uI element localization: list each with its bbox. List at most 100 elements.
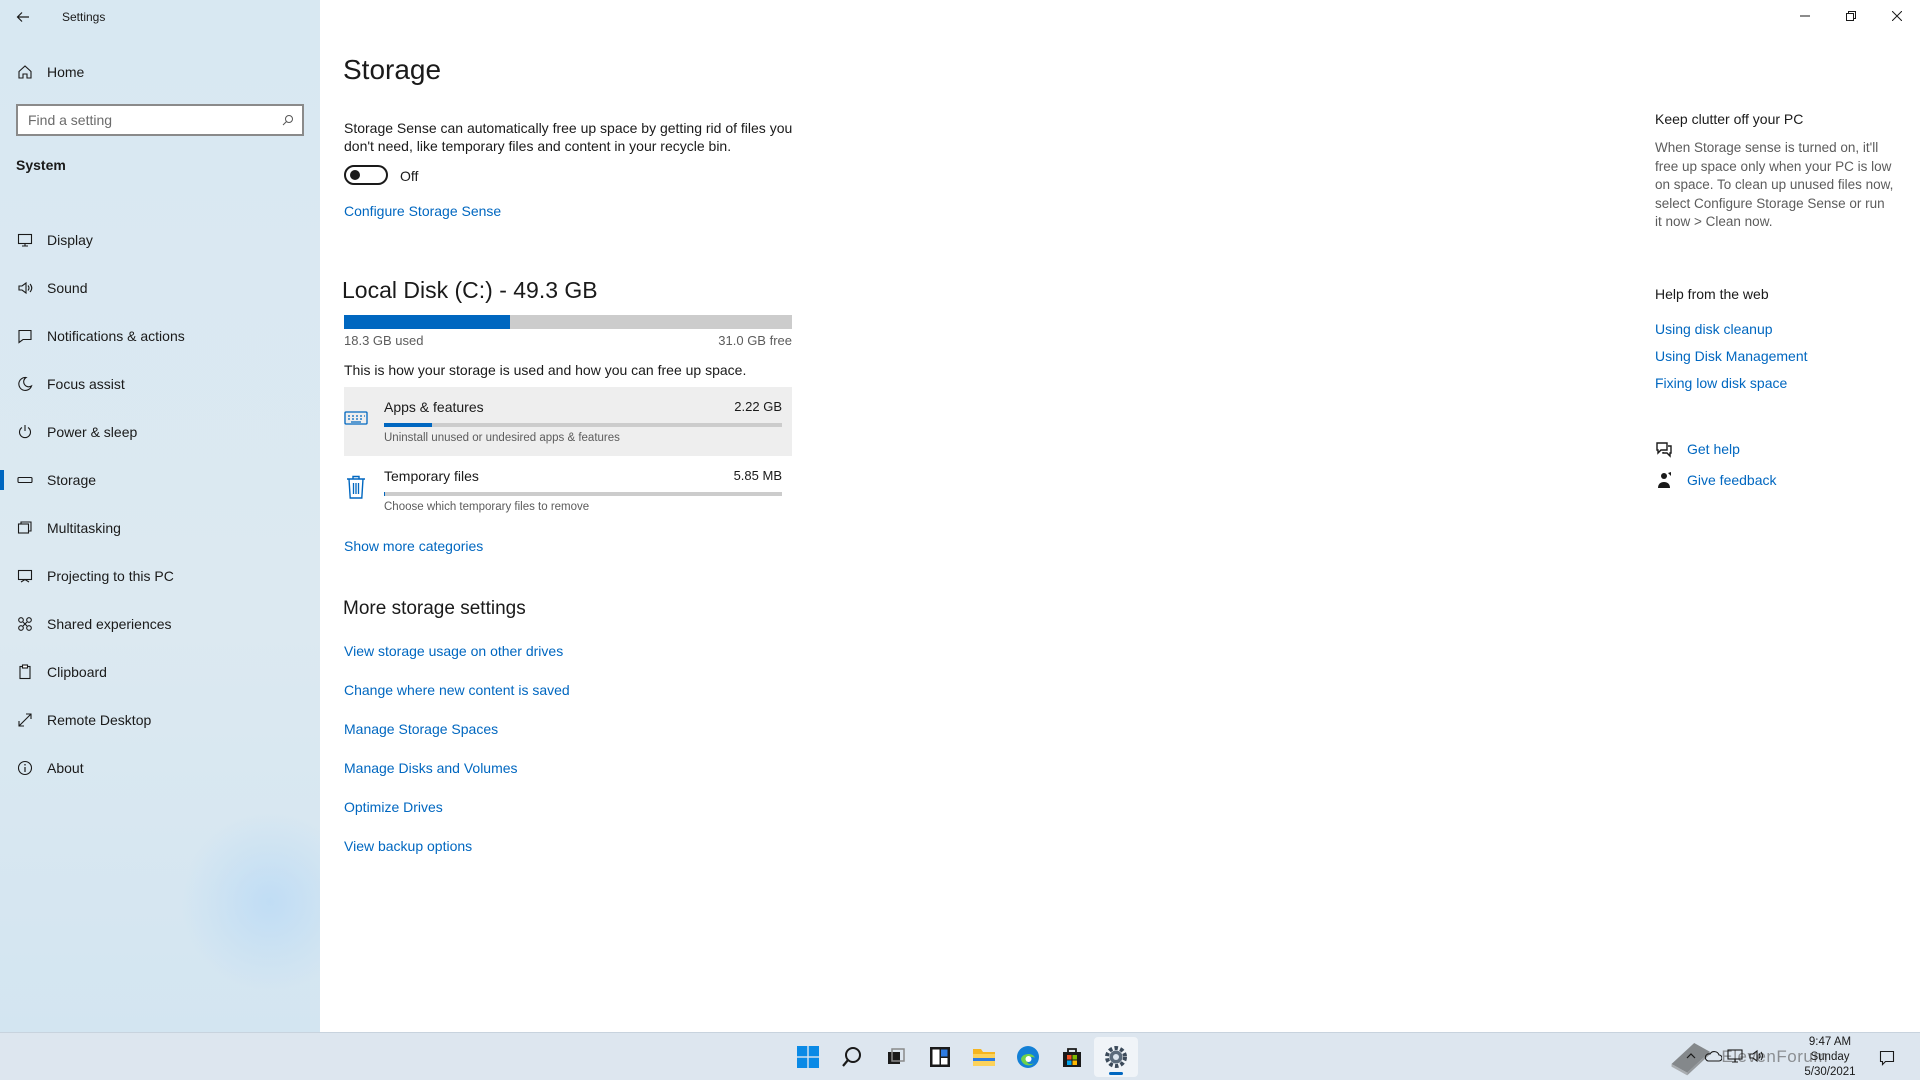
- change-new-content-location-link[interactable]: Change where new content is saved: [344, 682, 570, 721]
- sidebar: Settings Home System Display Sound Notif…: [0, 0, 320, 1032]
- sidebar-item-sound[interactable]: Sound: [0, 264, 320, 312]
- windows-start-icon[interactable]: [786, 1037, 830, 1077]
- edge-icon[interactable]: [1006, 1037, 1050, 1077]
- title-bar: Settings: [0, 0, 105, 34]
- network-icon[interactable]: [1724, 1045, 1746, 1067]
- volume-icon[interactable]: [1746, 1045, 1768, 1067]
- search-icon[interactable]: [274, 106, 302, 134]
- remote-icon: [16, 711, 34, 729]
- settings-icon[interactable]: [1094, 1037, 1138, 1077]
- sidebar-item-label: Projecting to this PC: [47, 568, 174, 584]
- clock-time: 9:47 AM: [1808, 1036, 1852, 1048]
- multitasking-icon: [16, 519, 34, 537]
- feedback-icon: [1658, 472, 1671, 488]
- get-help-link[interactable]: Get help: [1687, 441, 1740, 457]
- taskbar: ElevenForum 9:47 AM Sunday 5/30/2021: [0, 1032, 1920, 1080]
- sidebar-item-label: Home: [47, 64, 85, 80]
- keyboard-icon: [344, 405, 368, 431]
- manage-storage-spaces-link[interactable]: Manage Storage Spaces: [344, 721, 570, 760]
- sidebar-item-shared-experiences[interactable]: Shared experiences: [0, 600, 320, 648]
- sidebar-item-label: Sound: [47, 280, 88, 296]
- category-description: Choose which temporary files to remove: [384, 501, 590, 513]
- sidebar-item-label: Remote Desktop: [47, 712, 152, 728]
- app-title: Settings: [62, 10, 106, 24]
- speaker-icon: [16, 279, 34, 297]
- sidebar-item-clipboard[interactable]: Clipboard: [0, 648, 320, 696]
- give-feedback-link[interactable]: Give feedback: [1687, 472, 1777, 488]
- power-icon: [16, 423, 34, 441]
- trash-icon: [344, 474, 368, 500]
- sidebar-item-notifications[interactable]: Notifications & actions: [0, 312, 320, 360]
- onedrive-icon[interactable]: [1702, 1045, 1724, 1067]
- using-disk-cleanup-link[interactable]: Using disk cleanup: [1655, 321, 1808, 348]
- monitor-icon: [16, 231, 34, 249]
- drive-icon: [16, 471, 34, 489]
- minimize-button[interactable]: [1782, 0, 1828, 32]
- disk-used-text: 18.3 GB used: [344, 333, 424, 348]
- page-title: Storage: [343, 54, 442, 85]
- sidebar-item-power-sleep[interactable]: Power & sleep: [0, 408, 320, 456]
- disk-usage-bar-fill: [344, 315, 511, 329]
- category-usage-bar-fill: [384, 492, 385, 496]
- sidebar-item-storage[interactable]: Storage: [0, 456, 320, 504]
- view-backup-options-link[interactable]: View backup options: [344, 838, 570, 877]
- clock-date: 5/30/2021: [1804, 1066, 1856, 1078]
- optimize-drives-link[interactable]: Optimize Drives: [344, 799, 570, 838]
- configure-storage-sense-link[interactable]: Configure Storage Sense: [344, 203, 501, 219]
- category-apps-features[interactable]: Apps & features 2.22 GB Uninstall unused…: [344, 387, 792, 456]
- get-help-row[interactable]: Get help: [1655, 440, 1740, 458]
- widgets-icon[interactable]: [918, 1037, 962, 1077]
- fixing-low-disk-space-link[interactable]: Fixing low disk space: [1655, 375, 1808, 402]
- main-content: Storage Storage Sense can automatically …: [320, 0, 1920, 1032]
- storage-sense-toggle[interactable]: [344, 165, 388, 185]
- projector-icon: [16, 567, 34, 585]
- toggle-knob: [350, 170, 360, 180]
- shared-icon: [16, 615, 34, 633]
- keep-clutter-title: Keep clutter off your PC: [1655, 111, 1804, 127]
- restore-button[interactable]: [1828, 0, 1874, 32]
- store-icon[interactable]: [1050, 1037, 1094, 1077]
- notification-icon: [16, 327, 34, 345]
- notification-center-icon[interactable]: [1876, 1047, 1898, 1069]
- task-view-icon[interactable]: [874, 1037, 918, 1077]
- sidebar-item-label: Storage: [47, 472, 97, 488]
- file-explorer-icon[interactable]: [962, 1037, 1006, 1077]
- category-size: 2.22 GB: [734, 399, 782, 414]
- search-input[interactable]: [18, 106, 274, 134]
- disk-free-text: 31.0 GB free: [718, 333, 792, 348]
- help-web-links: Using disk cleanup Using Disk Management…: [1655, 321, 1808, 402]
- category-temporary-files[interactable]: Temporary files 5.85 MB Choose which tem…: [344, 456, 792, 525]
- sidebar-item-multitasking[interactable]: Multitasking: [0, 504, 320, 552]
- sidebar-item-projecting[interactable]: Projecting to this PC: [0, 552, 320, 600]
- search-box: [16, 104, 304, 136]
- search-icon[interactable]: [830, 1037, 874, 1077]
- sidebar-nav: Display Sound Notifications & actions Fo…: [0, 216, 320, 792]
- more-storage-links: View storage usage on other drives Chang…: [344, 643, 570, 877]
- sidebar-item-home[interactable]: Home: [0, 58, 320, 86]
- get-help-icon: [1656, 442, 1672, 458]
- disk-usage-bar: [344, 315, 792, 329]
- taskbar-apps: [786, 1037, 1138, 1077]
- back-button[interactable]: [0, 0, 46, 34]
- sidebar-item-label: Power & sleep: [47, 424, 138, 440]
- sidebar-item-display[interactable]: Display: [0, 216, 320, 264]
- give-feedback-row[interactable]: Give feedback: [1655, 471, 1777, 489]
- close-button[interactable]: [1874, 0, 1920, 32]
- restore-icon: [1846, 11, 1856, 21]
- using-disk-management-link[interactable]: Using Disk Management: [1655, 348, 1808, 375]
- sidebar-item-remote-desktop[interactable]: Remote Desktop: [0, 696, 320, 744]
- sidebar-item-focus-assist[interactable]: Focus assist: [0, 360, 320, 408]
- keep-clutter-description: When Storage sense is turned on, it'll f…: [1655, 140, 1894, 229]
- manage-disks-volumes-link[interactable]: Manage Disks and Volumes: [344, 760, 570, 799]
- system-tray: [1680, 1045, 1768, 1067]
- show-more-categories-link[interactable]: Show more categories: [344, 538, 483, 554]
- sidebar-item-about[interactable]: About: [0, 744, 320, 792]
- more-storage-settings-title: More storage settings: [343, 598, 526, 619]
- home-icon: [16, 63, 34, 81]
- back-arrow-icon: [16, 12, 29, 22]
- category-name: Temporary files: [384, 468, 479, 484]
- view-storage-other-drives-link[interactable]: View storage usage on other drives: [344, 643, 570, 682]
- sidebar-item-label: Shared experiences: [47, 616, 172, 632]
- chevron-up-icon[interactable]: [1680, 1045, 1702, 1067]
- clock[interactable]: 9:47 AM Sunday 5/30/2021: [1790, 1035, 1870, 1080]
